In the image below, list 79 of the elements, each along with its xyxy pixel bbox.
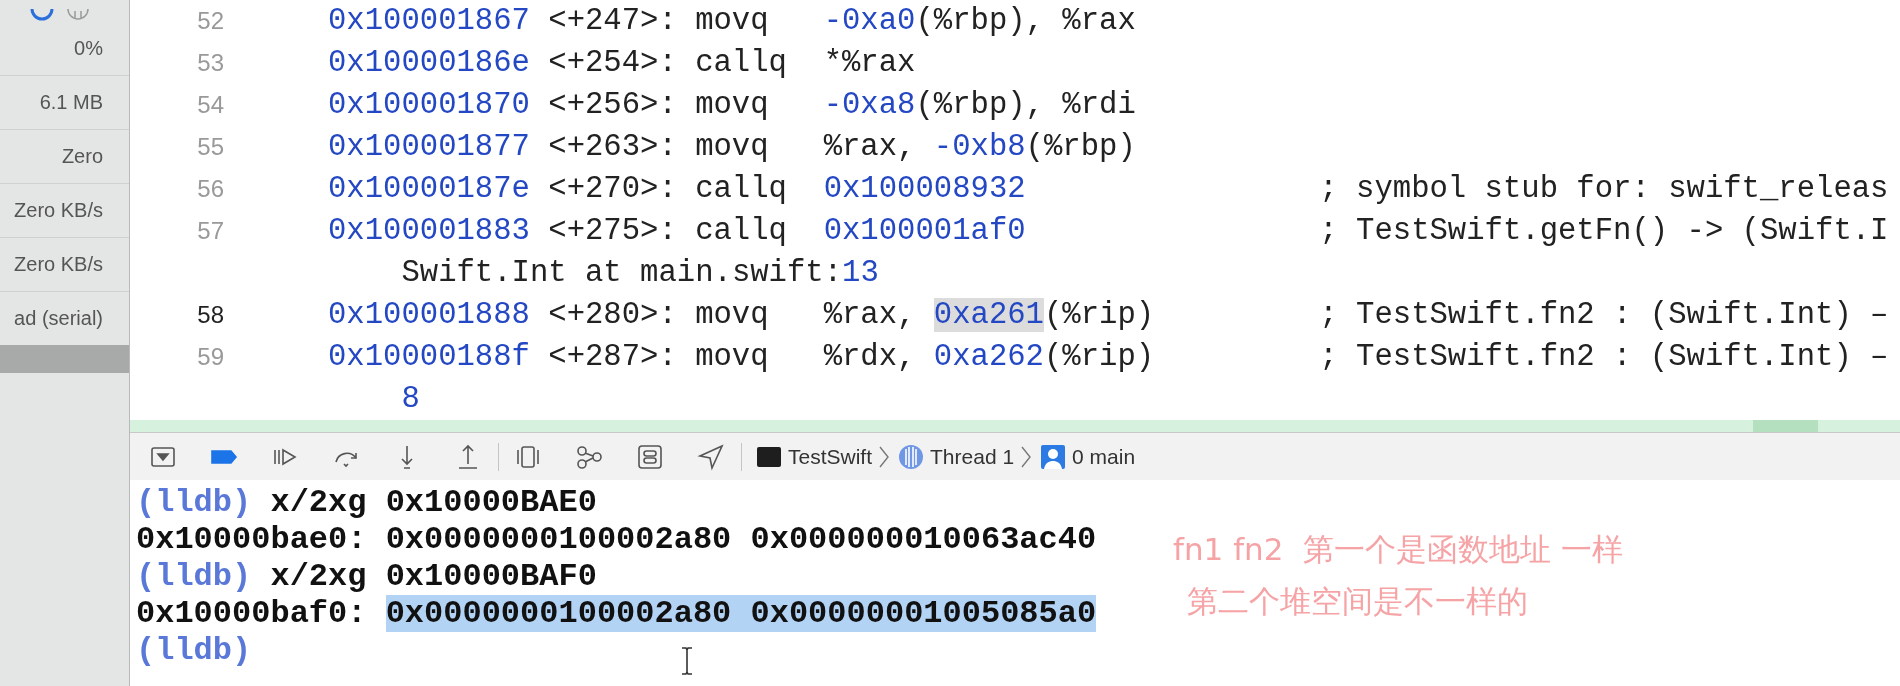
code-token: (%rip) <box>1043 340 1155 374</box>
code-token: *%rax <box>823 46 916 80</box>
code-comment: ; symbol stub for: swift_releas <box>1319 172 1889 206</box>
gauge-value: 0% <box>74 36 103 60</box>
code-token: %rdx, <box>823 340 917 374</box>
instruction-address: 0x100001888 <box>328 298 531 332</box>
code-token: 13 <box>842 256 879 290</box>
instruction-offset: <+263>: <box>548 130 678 164</box>
instruction-offset: <+280>: <box>548 298 678 332</box>
line-number: 58 <box>196 301 224 329</box>
gauge-value: Zero <box>61 145 103 168</box>
instruction-address: 0x10000188f <box>328 340 531 374</box>
code-token: (%rbp) <box>1025 130 1136 164</box>
code-token: -0xa8 <box>823 88 916 122</box>
instruction-address: 0x10000186e <box>328 46 531 80</box>
console-prompt: (lldb) <box>136 558 252 595</box>
line-number: 57 <box>196 217 224 245</box>
instruction-mnemonic: movq <box>695 340 770 374</box>
memory-address: 0x10000bae0: <box>136 521 367 558</box>
instruction-mnemonic: callq <box>695 172 788 206</box>
code-token: -0xa0 <box>823 4 916 38</box>
instruction-address: 0x100001877 <box>328 130 531 164</box>
code-comment: ; TestSwift.fn2 : (Swift.Int) – <box>1319 340 1889 374</box>
code-token: Swift.Int at main.swift: <box>401 256 843 290</box>
highlighted-text: 0xa261 <box>933 298 1044 332</box>
text-cursor-icon <box>680 646 694 676</box>
thread-icon <box>898 443 925 470</box>
instruction-offset: <+287>: <box>548 340 678 374</box>
gauge-value: 6.1 MB <box>39 91 103 114</box>
code-comment: ; TestSwift.fn2 : (Swift.Int) – <box>1319 298 1889 332</box>
code-token: %rax, <box>823 130 917 164</box>
code-token: 0x100008932 <box>823 172 1026 206</box>
code-token: -0xb8 <box>933 130 1026 164</box>
instruction-mnemonic: movq <box>695 88 770 122</box>
line-number: 59 <box>196 343 224 371</box>
instruction-offset: <+270>: <box>548 172 678 206</box>
instruction-mnemonic: movq <box>695 298 770 332</box>
line-number: 52 <box>196 7 224 35</box>
instruction-offset: <+275>: <box>548 214 678 248</box>
instruction-address: 0x10000187e <box>328 172 531 206</box>
console-command: x/2xg 0x10000BAE0 <box>270 484 597 521</box>
location-icon[interactable] <box>696 441 726 472</box>
line-number: 55 <box>196 133 224 161</box>
instruction-offset: <+247>: <box>548 4 678 38</box>
instruction-offset: <+254>: <box>548 46 678 80</box>
breadcrumb-item[interactable]: TestSwift <box>788 444 873 469</box>
code-token: 8 <box>401 382 420 416</box>
console-command: x/2xg 0x10000BAF0 <box>270 558 597 595</box>
instruction-mnemonic: movq <box>695 130 770 164</box>
console-prompt: (lldb) <box>136 484 252 521</box>
console-prompt: (lldb) <box>136 632 252 669</box>
instruction-address: 0x100001883 <box>328 214 531 248</box>
instruction-address: 0x100001870 <box>328 88 531 122</box>
code-token: %rax, <box>823 298 917 332</box>
code-token: 0x100001af0 <box>823 214 1026 248</box>
instruction-mnemonic: movq <box>695 4 770 38</box>
gauge-value: Zero KB/s <box>14 199 103 222</box>
line-number: 54 <box>196 91 224 119</box>
code-token: (%rbp), %rax <box>915 4 1136 38</box>
code-token: (%rip) <box>1043 298 1155 332</box>
code-token: (%rbp), %rdi <box>915 88 1136 122</box>
instruction-mnemonic: callq <box>695 46 788 80</box>
line-number: 53 <box>196 49 224 77</box>
memory-values: 0x0000000100002a80 0x000000010063ac40 <box>385 521 1097 558</box>
instruction-address: 0x100001867 <box>328 4 531 38</box>
code-token: 0xa262 <box>933 340 1044 374</box>
annotation-text: fn1 fn2 第一个是函数地址 一样 <box>1173 530 1623 569</box>
instruction-mnemonic: callq <box>695 214 788 248</box>
breadcrumb-item[interactable]: 0 main <box>1072 444 1136 469</box>
memory-values: 0x0000000100002a80 0x00000001005085a0 <box>385 595 1097 632</box>
gauge-value: Zero KB/s <box>14 253 103 276</box>
memory-address: 0x10000baf0: <box>136 595 367 632</box>
annotation-text: 第二个堆空间是不一样的 <box>1186 582 1529 621</box>
instruction-offset: <+256>: <box>548 88 678 122</box>
code-comment: ; TestSwift.getFn() -> (Swift.I <box>1319 214 1889 248</box>
breadcrumb-item[interactable]: Thread 1 <box>930 444 1015 469</box>
person-icon <box>1040 443 1067 470</box>
line-number: 56 <box>196 175 224 203</box>
gauge-value: ad (serial) <box>14 307 103 330</box>
